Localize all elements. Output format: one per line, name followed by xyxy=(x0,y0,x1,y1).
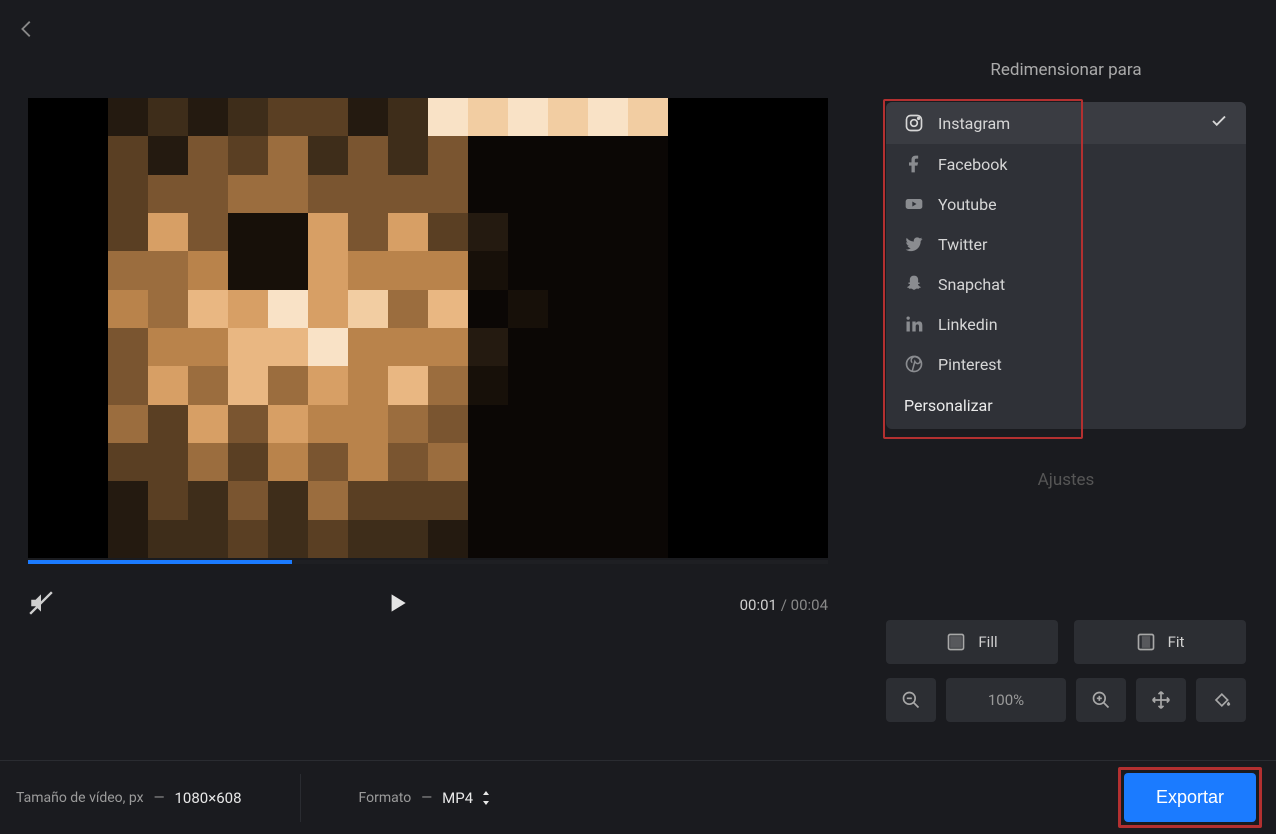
play-button[interactable] xyxy=(384,590,410,620)
dropdown-item-label: Youtube xyxy=(938,195,997,214)
check-icon xyxy=(1210,112,1228,134)
resize-sidebar: Redimensionar para Instagram xyxy=(856,0,1276,760)
ajustes-label: Ajustes xyxy=(856,470,1276,490)
sidebar-title: Redimensionar para xyxy=(886,60,1246,80)
video-preview[interactable] xyxy=(28,98,828,558)
move-button[interactable] xyxy=(1136,678,1186,722)
back-button[interactable] xyxy=(16,18,46,48)
move-icon xyxy=(1151,690,1171,710)
background-color-button[interactable] xyxy=(1196,678,1246,722)
fit-label: Fit xyxy=(1168,633,1185,651)
zoom-tool-row: 100% xyxy=(886,678,1246,740)
dropdown-item-twitter[interactable]: Twitter xyxy=(886,224,1246,264)
fill-fit-row: Fill Fit xyxy=(886,620,1246,664)
dropdown-item-instagram[interactable]: Instagram xyxy=(886,102,1246,144)
preview-panel: 00:01 / 00:04 xyxy=(0,0,856,760)
video-size-value: 1080×608 xyxy=(175,789,242,807)
pinterest-icon xyxy=(904,354,924,374)
player-controls: 00:01 / 00:04 xyxy=(28,564,828,638)
fit-icon xyxy=(1136,632,1156,652)
dropdown-item-custom[interactable]: Personalizar xyxy=(886,384,1246,429)
format-selector[interactable]: Formato — MP4 xyxy=(359,789,492,807)
time-current: 00:01 xyxy=(740,596,777,614)
instagram-icon xyxy=(904,113,924,133)
zoom-out-button[interactable] xyxy=(886,678,936,722)
dropdown-item-pinterest[interactable]: Pinterest xyxy=(886,344,1246,384)
fill-icon xyxy=(946,632,966,652)
progress-fill xyxy=(28,560,292,564)
bottom-bar: Tamaño de vídeo, px — 1080×608 Formato —… xyxy=(0,760,1276,834)
zoom-in-button[interactable] xyxy=(1076,678,1126,722)
zoom-out-icon xyxy=(901,690,921,710)
dropdown-item-label: Linkedin xyxy=(938,315,998,334)
dropdown-item-label: Snapchat xyxy=(938,275,1005,294)
export-wrap: Exportar xyxy=(1120,769,1260,826)
sort-icon xyxy=(481,791,491,805)
video-size-label: Tamaño de vídeo, px xyxy=(16,790,144,806)
dropdown-item-label: Facebook xyxy=(938,155,1007,174)
progress-bar[interactable] xyxy=(28,560,828,564)
resize-dropdown[interactable]: Instagram Facebook Youtube xyxy=(886,102,1246,429)
export-button[interactable]: Exportar xyxy=(1124,773,1256,822)
dropdown-item-label: Pinterest xyxy=(938,355,1002,374)
main-area: 00:01 / 00:04 Redimensionar para Instagr… xyxy=(0,0,1276,760)
dropdown-custom-label: Personalizar xyxy=(904,396,993,415)
youtube-icon xyxy=(904,194,924,214)
dropdown-item-snapchat[interactable]: Snapchat xyxy=(886,264,1246,304)
linkedin-icon xyxy=(904,314,924,334)
paint-bucket-icon xyxy=(1211,690,1231,710)
snapchat-icon xyxy=(904,274,924,294)
format-value: MP4 xyxy=(442,789,473,807)
format-label: Formato xyxy=(359,790,412,806)
twitter-icon xyxy=(904,234,924,254)
divider xyxy=(300,774,301,822)
zoom-in-icon xyxy=(1091,690,1111,710)
fill-button[interactable]: Fill xyxy=(886,620,1058,664)
export-label: Exportar xyxy=(1156,787,1224,807)
dropdown-item-youtube[interactable]: Youtube xyxy=(886,184,1246,224)
zoom-level: 100% xyxy=(946,678,1066,722)
time-display: 00:01 / 00:04 xyxy=(740,596,828,614)
play-icon xyxy=(384,590,410,616)
chevron-left-icon xyxy=(16,18,38,40)
app-root: 00:01 / 00:04 Redimensionar para Instagr… xyxy=(0,0,1276,834)
dropdown-item-facebook[interactable]: Facebook xyxy=(886,144,1246,184)
dropdown-item-linkedin[interactable]: Linkedin xyxy=(886,304,1246,344)
facebook-icon xyxy=(904,154,924,174)
dropdown-item-label: Instagram xyxy=(938,114,1010,133)
time-total: 00:04 xyxy=(791,596,828,614)
video-size-info: Tamaño de vídeo, px — 1080×608 xyxy=(16,789,242,807)
dropdown-item-label: Twitter xyxy=(938,235,987,254)
fill-label: Fill xyxy=(978,633,997,651)
mute-button[interactable] xyxy=(28,590,54,620)
pixelated-frame xyxy=(28,98,828,558)
volume-muted-icon xyxy=(28,590,54,616)
fit-button[interactable]: Fit xyxy=(1074,620,1246,664)
